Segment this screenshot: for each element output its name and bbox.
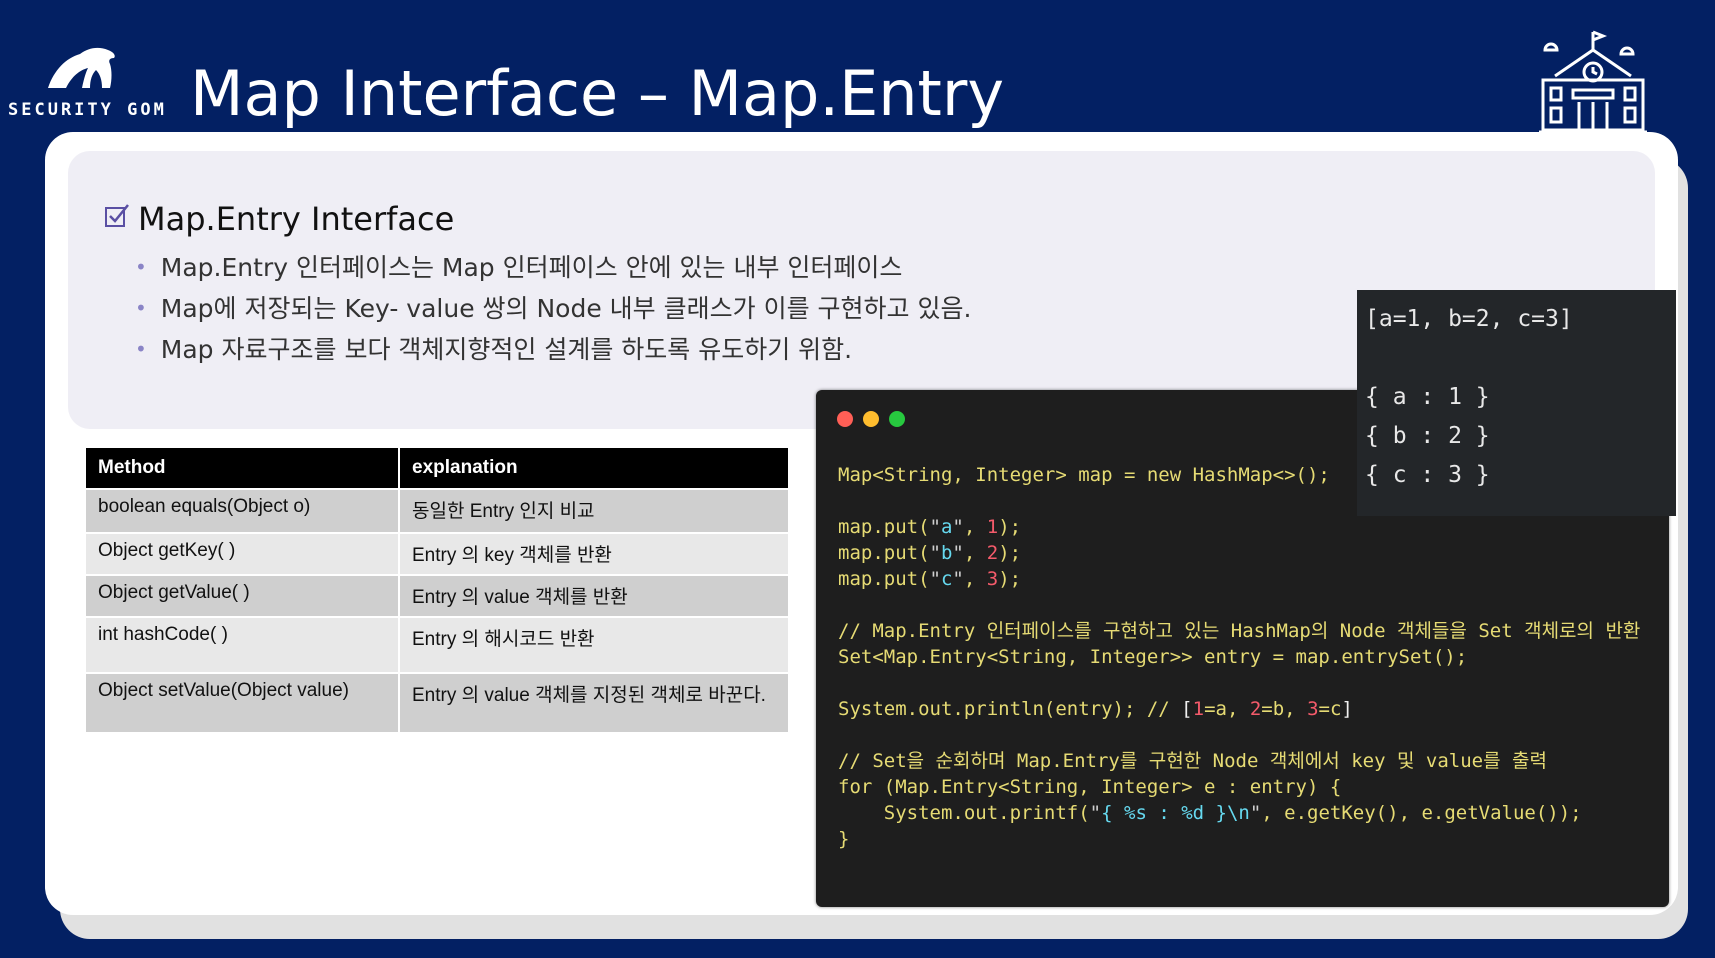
table-header-method: Method <box>84 446 400 490</box>
table-cell-explanation: Entry 의 key 객체를 반환 <box>398 532 790 576</box>
table-row: int hashCode( ) Entry 의 해시코드 반환 <box>84 616 790 674</box>
table-cell-explanation: 동일한 Entry 인지 비교 <box>398 488 790 534</box>
checkbox-icon <box>105 204 129 227</box>
methods-table: Method explanation boolean equals(Object… <box>84 446 790 734</box>
console-line: { b : 2 } <box>1365 423 1490 449</box>
table-cell-explanation: Entry 의 value 객체를 반환 <box>398 574 790 618</box>
console-line: { c : 3 } <box>1365 462 1490 488</box>
section-heading: Map.Entry Interface <box>104 200 454 238</box>
table-cell-method: boolean equals(Object o) <box>84 488 400 534</box>
code-line: map.put("a", 1); <box>838 516 1022 538</box>
table-cell-method: int hashCode( ) <box>84 616 400 674</box>
code-line: System.out.println(entry); // [1=a, 2=b,… <box>838 698 1353 720</box>
bullet-item: • Map.Entry 인터페이스는 Map 인터페이스 안에 있는 내부 인터페… <box>135 248 971 289</box>
console-output: [a=1, b=2, c=3] { a : 1 } { b : 2 } { c … <box>1357 290 1676 516</box>
bullet-text: Map 자료구조를 보다 객체지향적인 설계를 하도록 유도하기 위함. <box>160 335 853 364</box>
code-line: Set<Map.Entry<String, Integer>> entry = … <box>838 646 1468 668</box>
code-line: map.put("b", 2); <box>838 542 1022 564</box>
maximize-dot-icon <box>889 411 905 427</box>
bullet-item: • Map 자료구조를 보다 객체지향적인 설계를 하도록 유도하기 위함. <box>135 330 971 371</box>
bullet-text: Map.Entry 인터페이스는 Map 인터페이스 안에 있는 내부 인터페이… <box>160 253 903 282</box>
bear-logo-icon <box>48 47 115 88</box>
section-heading-text: Map.Entry Interface <box>138 200 455 238</box>
logo: SECURITY GOM <box>6 44 164 120</box>
table-row: Object getKey( ) Entry 의 key 객체를 반환 <box>84 532 790 576</box>
minimize-dot-icon <box>863 411 879 427</box>
table-cell-method: Object setValue(Object value) <box>84 672 400 734</box>
bullet-dot: • <box>135 255 147 279</box>
bullet-text: Map에 저장되는 Key- value 쌍의 Node 내부 클래스가 이를 … <box>160 294 972 323</box>
code-line: // Map.Entry 인터페이스를 구현하고 있는 HashMap의 Nod… <box>838 620 1641 642</box>
logo-text: SECURITY GOM <box>8 100 167 120</box>
code-line: for (Map.Entry<String, Integer> e : entr… <box>838 776 1342 798</box>
code-block: Map<String, Integer> map = new HashMap<>… <box>838 462 1640 852</box>
table-cell-explanation: Entry 의 해시코드 반환 <box>398 616 790 674</box>
table-cell-explanation: Entry 의 value 객체를 지정된 객체로 바꾼다. <box>398 672 790 734</box>
bullet-item: • Map에 저장되는 Key- value 쌍의 Node 내부 클래스가 이를… <box>135 289 971 330</box>
bullet-dot: • <box>135 296 147 320</box>
page-title: Map Interface – Map.Entry <box>190 57 1005 130</box>
table-header-explanation: explanation <box>398 446 790 490</box>
table-cell-method: Object getKey( ) <box>84 532 400 576</box>
table-row: boolean equals(Object o) 동일한 Entry 인지 비교 <box>84 488 790 534</box>
close-dot-icon <box>837 411 853 427</box>
console-line: [a=1, b=2, c=3] <box>1365 306 1573 332</box>
table-cell-method: Object getValue( ) <box>84 574 400 618</box>
code-line: System.out.printf("{ %s : %d }\n", e.get… <box>838 802 1582 824</box>
school-building-icon <box>1539 30 1647 134</box>
code-line: Map<String, Integer> map = new HashMap<>… <box>838 464 1330 486</box>
table-row: Object setValue(Object value) Entry 의 va… <box>84 672 790 734</box>
window-controls <box>837 411 905 427</box>
code-line: map.put("c", 3); <box>838 568 1022 590</box>
code-line: } <box>838 828 850 850</box>
code-line: // Set을 순회하며 Map.Entry를 구현한 Node 객체에서 ke… <box>838 750 1547 772</box>
bullet-dot: • <box>135 337 147 361</box>
console-line: { a : 1 } <box>1365 384 1490 410</box>
table-row: Object getValue( ) Entry 의 value 객체를 반환 <box>84 574 790 618</box>
bullet-list: • Map.Entry 인터페이스는 Map 인터페이스 안에 있는 내부 인터페… <box>135 248 971 371</box>
table-header-row: Method explanation <box>84 446 790 490</box>
